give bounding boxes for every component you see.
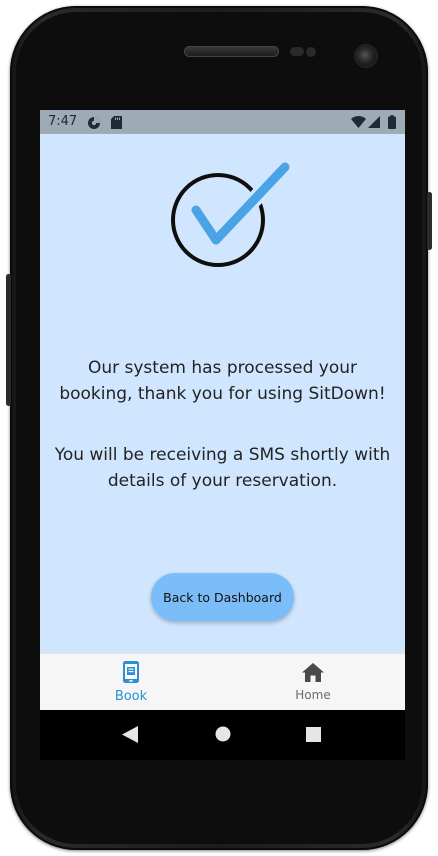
back-to-dashboard-button[interactable]: Back to Dashboard [151, 573, 294, 621]
system-navigation-bar [40, 710, 405, 760]
data-saver-icon [87, 116, 101, 134]
app-screen: 7:47 Our system has processed your booki… [40, 110, 405, 760]
home-icon [302, 663, 324, 686]
bottom-tab-bar: Book Home [40, 653, 405, 711]
checkmark-circle-icon [168, 159, 293, 270]
back-icon[interactable] [122, 726, 138, 747]
sms-notice-text: You will be receiving a SMS shortly with… [54, 445, 391, 491]
light-sensor [306, 47, 316, 57]
status-bar: 7:47 [40, 110, 405, 134]
recents-icon[interactable] [306, 727, 321, 746]
wifi-icon [351, 116, 366, 132]
status-time: 7:47 [48, 114, 78, 129]
tab-home-label: Home [295, 688, 331, 702]
earpiece-speaker [184, 46, 279, 57]
tab-home[interactable]: Home [222, 654, 404, 711]
phone-book-icon [123, 661, 139, 687]
volume-button [6, 274, 11, 406]
sd-card-icon [111, 116, 122, 133]
tab-book[interactable]: Book [40, 654, 222, 711]
booking-confirmation-text: Our system has processed your booking, t… [59, 358, 386, 404]
tab-book-label: Book [114, 689, 148, 704]
cell-signal-icon [368, 116, 380, 132]
battery-icon [388, 115, 396, 133]
home-circle-icon[interactable] [215, 726, 231, 746]
front-camera [356, 46, 376, 66]
power-button [427, 192, 432, 250]
proximity-sensor [290, 47, 304, 56]
